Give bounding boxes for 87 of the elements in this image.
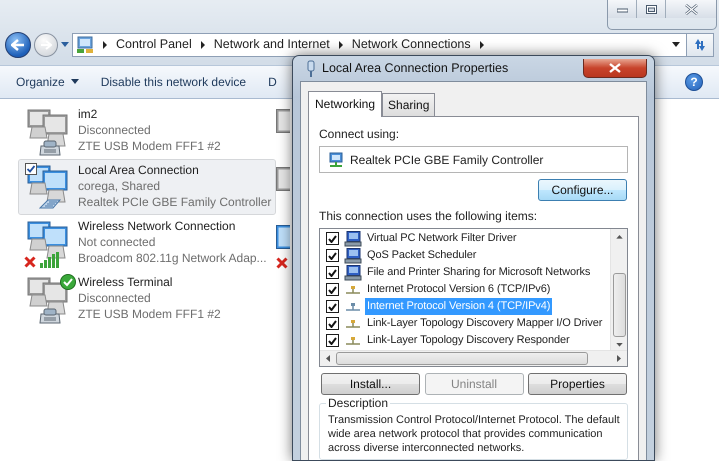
- toolbar-button[interactable]: Disable this network device: [100, 72, 246, 91]
- connection-name: Wireless Terminal: [78, 274, 174, 290]
- scroll-down-icon: [616, 343, 622, 347]
- connection-item[interactable]: Wireless Network Connection Not connected Broadcom 802.11g Network Adap...: [18, 215, 276, 272]
- close-icon: [609, 62, 621, 72]
- checkbox[interactable]: [326, 249, 339, 262]
- control-panel-icon: [76, 36, 94, 54]
- checkbox[interactable]: [326, 283, 339, 296]
- caret-down-icon: [672, 42, 680, 48]
- list-item[interactable]: Link-Layer Topology Discovery Mapper I/O Driver: [365, 315, 604, 332]
- dialog-title: Local Area Connection Properties: [322, 60, 508, 78]
- breadcrumb-link[interactable]: Control Panel: [113, 35, 195, 54]
- device-name: ZTE USB Modem FFF1 #2: [78, 306, 221, 322]
- scrollbar-thumb[interactable]: [612, 272, 626, 338]
- network-plug-icon: [306, 60, 316, 78]
- maximize-icon: [646, 4, 656, 14]
- address-dropdown-button[interactable]: [672, 42, 680, 48]
- field-label: Connect using:: [319, 126, 400, 143]
- toolbar-button[interactable]: Organize: [16, 72, 79, 91]
- scroll-up-icon: [616, 235, 622, 239]
- connection-name: im2: [78, 106, 98, 122]
- configure-button[interactable]: Configure...: [538, 179, 627, 201]
- group-legend: Description: [326, 396, 390, 410]
- connection-item[interactable]: Wireless Terminal Disconnected ZTE USB Modem FFF1 #2: [18, 271, 276, 328]
- connection-item[interactable]: im2 Disconnected ZTE USB Modem FFF1 #2: [18, 103, 276, 160]
- list-item[interactable]: QoS Packet Scheduler: [365, 247, 478, 264]
- refresh-icon: [693, 38, 707, 52]
- dialog-button[interactable]: Install...: [321, 373, 420, 395]
- refresh-button[interactable]: [687, 32, 714, 57]
- network-protocol-icon: [344, 336, 362, 346]
- list-item[interactable]: Link-Layer Topology Discovery Responder: [365, 332, 572, 349]
- device-name: ZTE USB Modem FFF1 #2: [78, 138, 221, 154]
- breadcrumb-link[interactable]: Network Connections: [348, 35, 474, 54]
- network-protocol-icon: [344, 284, 362, 294]
- computer-icon: [344, 230, 362, 246]
- connection-status: corega, Shared: [78, 178, 162, 194]
- field-label: This connection uses the following items:: [319, 208, 538, 225]
- checkbox[interactable]: [326, 334, 339, 347]
- list-item[interactable]: Internet Protocol Version 6 (TCP/IPv6): [365, 281, 552, 298]
- toolbar-button[interactable]: D: [268, 72, 277, 91]
- selection-checkbox-icon: [25, 163, 37, 176]
- connection-item[interactable]: Local Area Connection corega, Shared Realtek PCIe GBE Family Controller: [18, 159, 276, 216]
- device-name: Broadcom 802.11g Network Adap...: [78, 250, 267, 266]
- caret-down-icon: [61, 42, 69, 48]
- tab[interactable]: Networking: [308, 91, 382, 117]
- scroll-left-icon: [326, 354, 330, 362]
- computer-icon: [344, 264, 362, 280]
- breadcrumb-link[interactable]: Network and Internet: [210, 35, 333, 54]
- modem-icon: [39, 308, 61, 324]
- connection-status: Disconnected: [78, 122, 152, 138]
- network-protocol-icon: [344, 318, 362, 328]
- recent-pages-button[interactable]: [61, 42, 69, 48]
- back-arrow-icon: [11, 38, 25, 51]
- adapter-name: Realtek PCIe GBE Family Controller: [350, 152, 544, 168]
- scroll-right-icon: [617, 354, 621, 362]
- connection-status: Not connected: [78, 234, 156, 250]
- maximize-button[interactable]: [637, 0, 666, 18]
- items-list[interactable]: [319, 228, 628, 367]
- signal-bars-icon: [39, 252, 59, 268]
- minimize-button[interactable]: [608, 0, 637, 18]
- connection-status: Disconnected: [78, 290, 152, 306]
- scrollbar-thumb[interactable]: [336, 352, 588, 365]
- close-icon: [684, 4, 698, 14]
- connection-name: Local Area Connection: [78, 162, 200, 178]
- close-button[interactable]: [583, 58, 647, 78]
- horizontal-scrollbar[interactable]: [320, 350, 627, 366]
- description-text: Transmission Control Protocol/Internet Protocol. The default wide area network protocol that provides communication across diverse interconnected networks.: [328, 413, 621, 455]
- checkbox[interactable]: [326, 317, 339, 330]
- network-adapter-icon: [328, 152, 344, 168]
- vertical-scrollbar[interactable]: [610, 229, 627, 350]
- connection-name: Wireless Network Connection: [78, 218, 236, 234]
- device-name: Realtek PCIe GBE Family Controller: [78, 194, 272, 210]
- checkbox[interactable]: [326, 300, 339, 313]
- network-protocol-icon: [344, 302, 362, 312]
- forward-arrow-icon: [40, 40, 52, 50]
- address-bar[interactable]: Control Panel Network and Internet Network Connections: [72, 32, 687, 57]
- list-item[interactable]: File and Printer Sharing for Microsoft Networks: [365, 264, 592, 281]
- checkbox[interactable]: [326, 266, 339, 279]
- back-button[interactable]: [5, 32, 31, 58]
- modem-icon: [39, 140, 61, 156]
- checkbox[interactable]: [326, 232, 339, 245]
- dialog-button[interactable]: Properties: [528, 373, 627, 395]
- tab[interactable]: Sharing: [382, 93, 436, 116]
- chevron-right-icon: [100, 40, 110, 49]
- close-button[interactable]: [666, 0, 716, 18]
- list-item[interactable]: Virtual PC Network Filter Driver: [365, 230, 518, 247]
- computer-icon: [344, 248, 362, 264]
